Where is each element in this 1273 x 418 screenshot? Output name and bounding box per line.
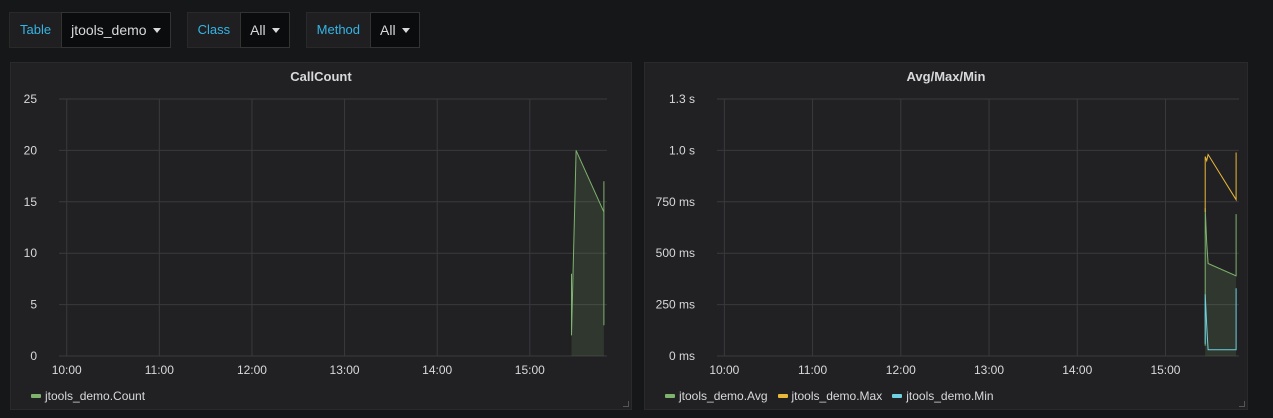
legend-label: jtools_demo.Min xyxy=(906,389,994,403)
legend: jtools_demo.Avg jtools_demo.Max jtools_d… xyxy=(665,389,994,403)
variable-class: Class All xyxy=(186,12,290,48)
avg-max-min-chart[interactable]: 0 ms 250 ms 500 ms 750 ms 1.0 s 1.3 s 10:00 11:… xyxy=(645,63,1249,383)
y-tick-label: 25 xyxy=(24,92,38,106)
panel-resize-handle[interactable] xyxy=(1239,401,1245,407)
x-tick-label: 11:00 xyxy=(145,363,174,377)
y-tick-label: 250 ms xyxy=(656,298,695,312)
legend-label: jtools_demo.Max xyxy=(791,389,883,403)
variable-table-label: Table xyxy=(9,12,62,48)
y-tick-label: 15 xyxy=(24,195,38,209)
avg-max-min-panel[interactable]: Avg/Max/Min 0 ms 250 ms 500 ms 750 ms 1.0 s1… xyxy=(644,62,1248,410)
template-variables-bar: Table jtools_demo Class All Method All xyxy=(9,12,420,48)
y-tick-label: 20 xyxy=(24,143,38,157)
y-tick-label: 0 ms xyxy=(669,349,695,363)
x-tick-label: 15:00 xyxy=(1150,363,1180,377)
legend-swatch xyxy=(31,394,41,398)
x-tick-label: 11:00 xyxy=(798,363,827,377)
y-tick-label: 750 ms xyxy=(656,195,695,209)
y-tick-label: 5 xyxy=(30,298,37,312)
legend-swatch xyxy=(777,394,788,398)
variable-table-dropdown[interactable]: jtools_demo xyxy=(61,12,171,48)
x-tick-label: 14:00 xyxy=(1062,363,1092,377)
x-tick-label: 13:00 xyxy=(974,363,1004,377)
y-tick-label: 0 xyxy=(30,349,37,363)
variable-class-label: Class xyxy=(186,12,241,48)
caret-down-icon xyxy=(271,27,280,33)
x-tick-label: 13:00 xyxy=(330,363,360,377)
legend: jtools_demo.Count xyxy=(31,389,145,403)
legend-swatch xyxy=(665,394,675,398)
y-tick-label: 1.0 s xyxy=(669,143,695,157)
variable-class-dropdown[interactable]: All xyxy=(240,12,290,48)
legend-swatch xyxy=(892,394,903,398)
variable-method-label: Method xyxy=(305,12,371,48)
x-tick-label: 10:00 xyxy=(52,363,82,377)
series-line xyxy=(1204,152,1237,213)
variable-table: Table jtools_demo xyxy=(9,12,171,48)
legend-item-count[interactable]: jtools_demo.Count xyxy=(31,389,145,403)
caret-down-icon xyxy=(152,27,161,33)
y-tick-label: 500 ms xyxy=(656,246,695,260)
panel-resize-handle[interactable] xyxy=(623,401,629,407)
variable-class-value: All xyxy=(250,22,266,38)
legend-item-max[interactable]: jtools_demo.Max xyxy=(777,389,883,403)
y-tick-label: 1.3 s xyxy=(669,92,695,106)
caret-down-icon xyxy=(401,27,410,33)
x-tick-label: 12:00 xyxy=(237,363,267,377)
variable-method-dropdown[interactable]: All xyxy=(370,12,420,48)
x-tick-label: 15:00 xyxy=(515,363,545,377)
x-tick-label: 12:00 xyxy=(886,363,916,377)
legend-item-avg[interactable]: jtools_demo.Avg xyxy=(665,389,768,403)
series-area-fill xyxy=(1205,208,1237,356)
x-tick-label: 14:00 xyxy=(422,363,452,377)
x-tick-label: 10:00 xyxy=(709,363,739,377)
series-area-fill xyxy=(571,150,604,356)
legend-label: jtools_demo.Count xyxy=(45,389,146,403)
legend-label: jtools_demo.Avg xyxy=(679,389,768,403)
callcount-chart[interactable]: 0 5 10 15 20 25 10:00 11:00 12:00 13:00 14:00 15:00 xyxy=(11,63,633,383)
variable-table-value: jtools_demo xyxy=(71,22,147,38)
variable-method: Method All xyxy=(305,12,420,48)
legend-item-min[interactable]: jtools_demo.Min xyxy=(892,389,994,403)
variable-method-value: All xyxy=(380,22,396,38)
y-tick-label: 10 xyxy=(24,246,38,260)
callcount-panel[interactable]: CallCount 0 5 10 15 20 25 10:00 11:00 12:00 13:00… xyxy=(10,62,632,410)
